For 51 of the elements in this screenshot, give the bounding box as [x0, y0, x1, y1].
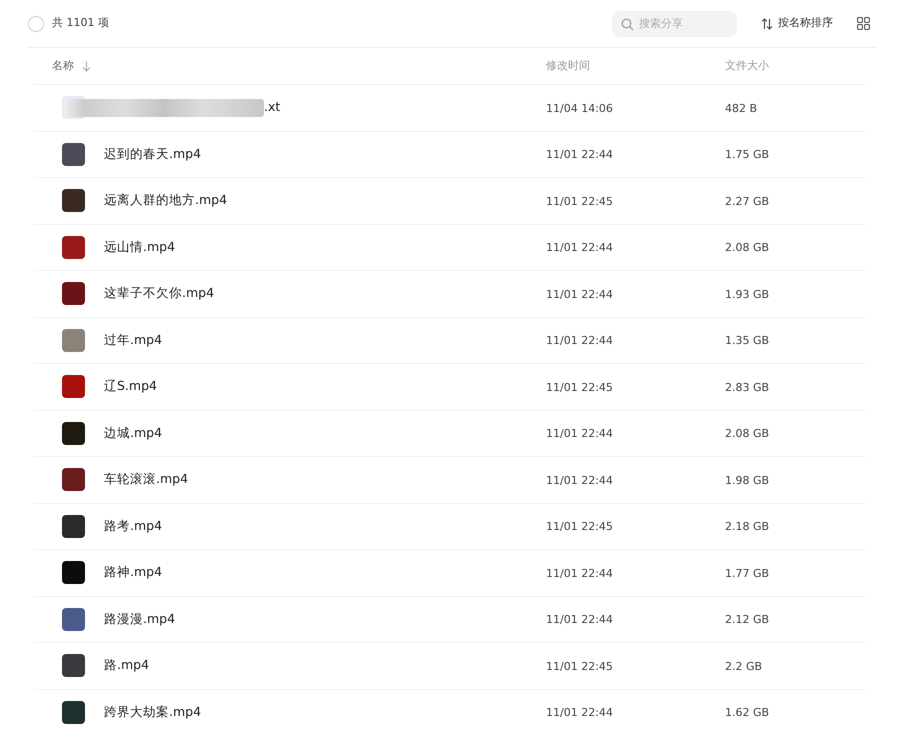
grid-view-icon[interactable] — [857, 17, 870, 30]
file-name[interactable]: 远离人群的地方.mp4 — [104, 191, 228, 210]
sort-down-arrow-icon[interactable] — [82, 60, 91, 72]
modified-time: 11/01 22:44 — [546, 566, 613, 580]
file-name[interactable]: 辽S.mp4 — [104, 377, 157, 396]
sort-button[interactable]: 按名称排序 — [761, 15, 833, 32]
select-all-checkbox[interactable] — [28, 16, 44, 32]
file-size: 2.08 GB — [725, 427, 770, 440]
file-size: 2.12 GB — [725, 613, 770, 626]
file-name[interactable]: 迟到的春天.mp4 — [104, 144, 202, 164]
file-size: 2.08 GB — [725, 241, 770, 254]
file-name[interactable]: 这辈子不欠你.mp4 — [104, 284, 214, 304]
file-size: 2.27 GB — [725, 194, 770, 208]
file-size: 1.75 GB — [725, 148, 770, 161]
file-size: 1.93 GB — [725, 288, 770, 300]
file-name[interactable]: 路神.mp4 — [104, 563, 162, 582]
modified-time: 11/01 22:45 — [546, 660, 613, 672]
file-name[interactable]: 边城.mp4 — [104, 424, 162, 443]
item-count: 共 1101 项 — [52, 15, 109, 32]
file-name[interactable]: 路.mp4 — [104, 656, 150, 676]
file-size: 1.35 GB — [725, 334, 770, 347]
search-icon — [621, 18, 634, 30]
file-size: 482 B — [725, 102, 758, 114]
modified-time: 11/01 22:44 — [546, 613, 613, 626]
file-size: 1.98 GB — [725, 474, 770, 486]
modified-time: 11/01 22:44 — [546, 148, 613, 161]
column-header[interactable]: 名称 — [52, 58, 74, 74]
sort-arrows-icon — [761, 18, 773, 30]
modified-time: 11/01 22:45 — [546, 380, 613, 394]
file-name[interactable]: 远山情.mp4 — [104, 238, 176, 257]
modified-time: 11/01 22:45 — [546, 520, 613, 533]
modified-time: 11/04 14:06 — [546, 102, 613, 114]
file-name[interactable]: 车轮滚滚.mp4 — [104, 470, 188, 490]
file-size: 1.62 GB — [725, 706, 770, 719]
file-size: 2.2 GB — [725, 660, 762, 672]
modified-time: 11/01 22:44 — [546, 474, 613, 486]
file-name[interactable]: 过年.mp4 — [104, 330, 162, 350]
modified-time: 11/01 22:44 — [546, 427, 613, 440]
modified-time: 11/01 22:44 — [546, 241, 613, 254]
modified-time: 11/01 22:44 — [546, 288, 613, 300]
modified-time: 11/01 22:44 — [546, 706, 613, 719]
search-field[interactable]: 搜索分享 — [612, 10, 737, 36]
file-name[interactable]: 路漫漫.mp4 — [104, 610, 176, 629]
modified-time: 11/01 22:44 — [546, 334, 613, 347]
file-name[interactable]: 跨界大劫案.mp4 — [104, 702, 202, 722]
file-size: 2.18 GB — [725, 520, 770, 533]
file-size: 2.83 GB — [725, 380, 770, 394]
modified-time: 11/01 22:45 — [546, 194, 613, 208]
file-name[interactable]: .xt — [264, 98, 280, 118]
file-name[interactable]: 路考.mp4 — [104, 516, 162, 536]
file-size: 1.77 GB — [725, 566, 770, 580]
